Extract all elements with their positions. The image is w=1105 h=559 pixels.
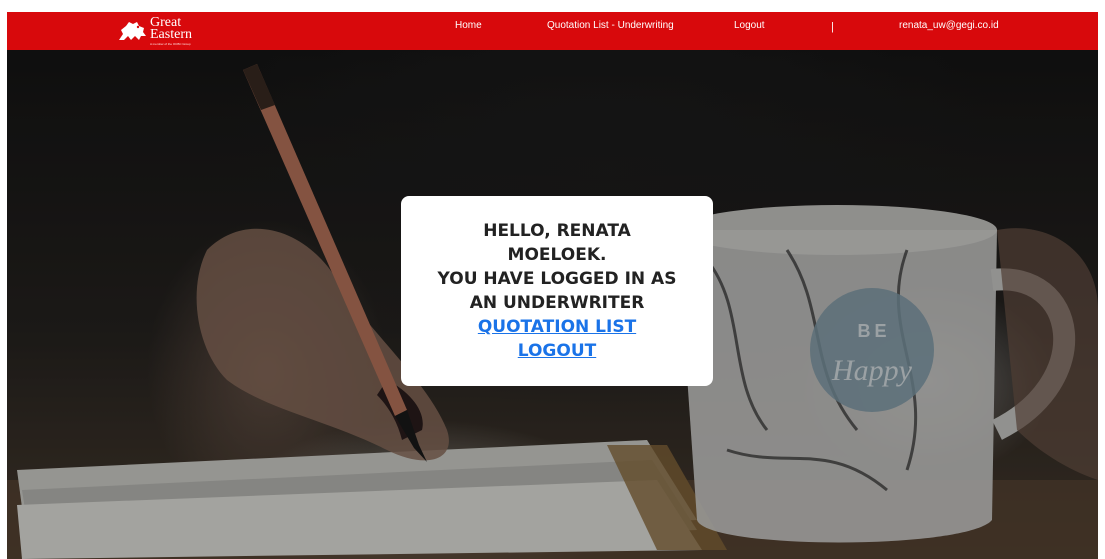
top-navbar: Great Eastern A member of the OCBC Group… — [7, 12, 1098, 50]
greeting-line-role: YOU HAVE LOGGED IN AS AN UNDERWRITER — [437, 269, 677, 313]
nav-logout-link[interactable]: Logout — [734, 12, 765, 50]
app-frame: Great Eastern A member of the OCBC Group… — [7, 0, 1098, 559]
nav-user-email[interactable]: renata_uw@gegi.co.id — [899, 12, 999, 50]
quotation-list-link[interactable]: QUOTATION LIST — [478, 315, 636, 339]
great-eastern-logo[interactable]: Great Eastern A member of the OCBC Group — [117, 15, 209, 47]
page: Great Eastern A member of the OCBC Group… — [0, 0, 1105, 559]
logout-link[interactable]: LOGOUT — [518, 339, 596, 363]
logo-text-eastern: Eastern — [150, 26, 192, 42]
greeting-line-name: HELLO, RENATA MOELOEK. — [483, 221, 631, 265]
nav-separator: | — [831, 21, 834, 33]
nav-quotation-list-link[interactable]: Quotation List - Underwriting — [547, 12, 674, 50]
lion-icon — [119, 22, 146, 40]
welcome-card: HELLO, RENATA MOELOEK. YOU HAVE LOGGED I… — [401, 196, 713, 386]
logo-tagline: A member of the OCBC Group — [150, 41, 191, 46]
nav-home-link[interactable]: Home — [455, 12, 482, 50]
